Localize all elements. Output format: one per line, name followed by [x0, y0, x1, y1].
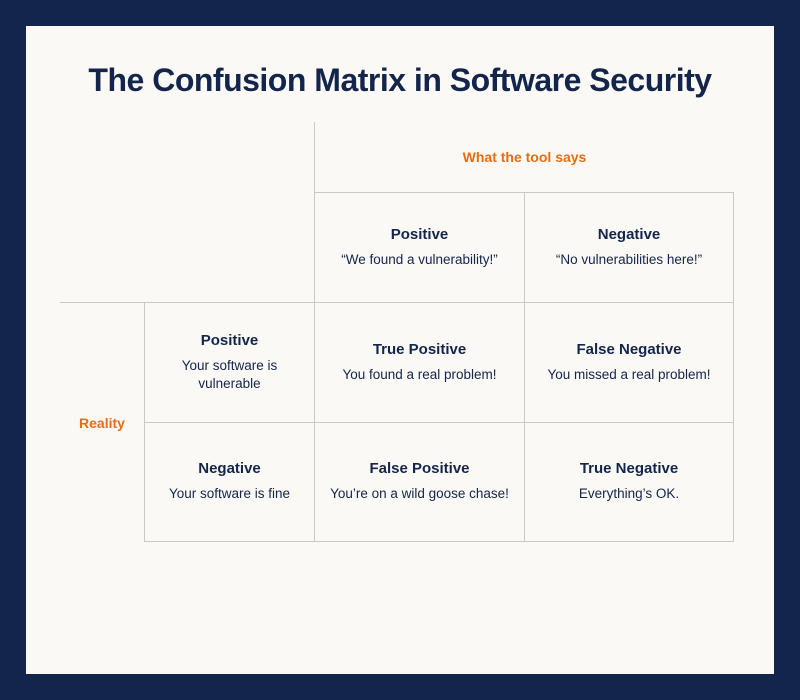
col-header-desc: “No vulnerabilities here!”	[556, 251, 702, 269]
cell-name: True Positive	[373, 341, 466, 358]
cell-name: False Positive	[369, 460, 469, 477]
cell-desc: Everything’s OK.	[579, 485, 679, 503]
cell-false-negative: False Negative You missed a real problem…	[524, 302, 734, 422]
row-header-positive: Positive Your software is vulnerable	[144, 302, 314, 422]
rows-axis-label: Reality	[60, 302, 144, 542]
col-header-desc: “We found a vulnerability!”	[341, 251, 498, 269]
cell-desc: You’re on a wild goose chase!	[330, 485, 509, 503]
row-header-desc: Your software is fine	[169, 485, 290, 503]
cell-name: True Negative	[580, 460, 678, 477]
cell-name: False Negative	[576, 341, 681, 358]
col-header-positive: Positive “We found a vulnerability!”	[314, 192, 524, 302]
row-header-negative: Negative Your software is fine	[144, 422, 314, 542]
row-header-name: Positive	[201, 332, 259, 349]
col-header-name: Negative	[598, 226, 661, 243]
page-title: The Confusion Matrix in Software Securit…	[60, 60, 740, 100]
blank-cell	[144, 122, 314, 192]
blank-cell	[60, 192, 144, 302]
columns-axis-label: What the tool says	[314, 122, 734, 192]
confusion-matrix: What the tool says Positive “We found a …	[60, 122, 740, 542]
page-card: The Confusion Matrix in Software Securit…	[26, 26, 774, 674]
row-header-desc: Your software is vulnerable	[153, 357, 306, 393]
rows-axis-text: Reality	[79, 415, 125, 431]
cell-true-negative: True Negative Everything’s OK.	[524, 422, 734, 542]
col-header-negative: Negative “No vulnerabilities here!”	[524, 192, 734, 302]
columns-axis-text: What the tool says	[463, 149, 587, 165]
cell-desc: You found a real problem!	[342, 366, 496, 384]
cell-false-positive: False Positive You’re on a wild goose ch…	[314, 422, 524, 542]
cell-desc: You missed a real problem!	[547, 366, 710, 384]
cell-true-positive: True Positive You found a real problem!	[314, 302, 524, 422]
blank-cell	[144, 192, 314, 302]
blank-cell	[60, 122, 144, 192]
col-header-name: Positive	[391, 226, 449, 243]
row-header-name: Negative	[198, 460, 261, 477]
